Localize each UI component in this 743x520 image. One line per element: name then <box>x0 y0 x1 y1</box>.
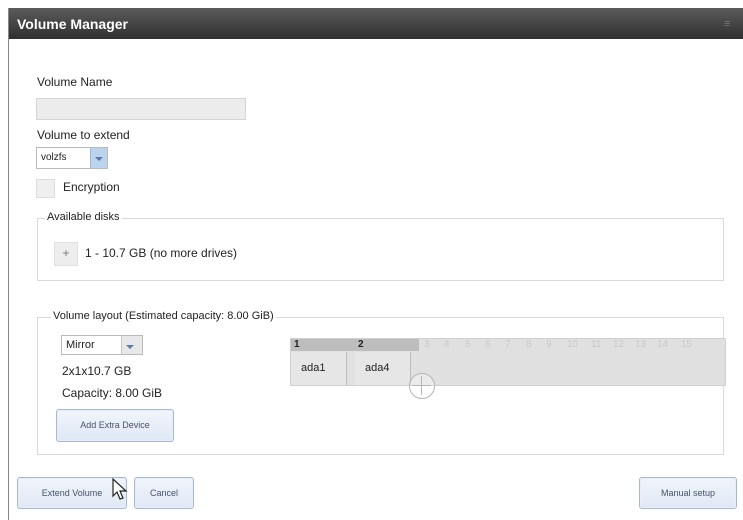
device-ada4[interactable]: ada4 <box>355 352 411 385</box>
volume-layout-legend: Volume layout (Estimated capacity: 8.00 … <box>51 310 276 322</box>
column-number: 5 <box>465 339 471 350</box>
resize-handle-icon[interactable] <box>409 373 435 399</box>
volume-select[interactable]: volzfs <box>36 147 108 169</box>
available-disks-text: 1 - 10.7 GB (no more drives) <box>85 246 238 260</box>
column-number: 1 <box>294 339 300 350</box>
volume-manager-dialog: Volume Manager ≡ Volume Name Volume to e… <box>8 8 743 520</box>
device-grid[interactable]: 1 2 3 4 5 6 7 8 9 10 11 12 13 14 15 ada1… <box>290 338 726 386</box>
encryption-checkbox[interactable] <box>36 179 55 198</box>
available-disks-legend: Available disks <box>45 211 122 223</box>
column-number: 4 <box>444 339 450 350</box>
add-disk-icon[interactable]: + <box>54 242 78 266</box>
active-columns-bar <box>291 339 419 351</box>
column-number: 12 <box>613 339 625 350</box>
layout-size-text: 2x1x10.7 GB <box>62 364 132 378</box>
chevron-down-icon[interactable] <box>90 148 107 168</box>
cancel-button[interactable]: Cancel <box>134 477 194 509</box>
volume-name-label: Volume Name <box>37 75 113 89</box>
column-number: 15 <box>681 339 693 350</box>
volume-name-input[interactable] <box>36 98 246 120</box>
column-number: 9 <box>546 339 552 350</box>
column-number: 2 <box>358 339 364 350</box>
column-number: 8 <box>526 339 532 350</box>
extend-volume-button[interactable]: Extend Volume <box>17 477 127 509</box>
column-number: 14 <box>657 339 669 350</box>
column-number: 7 <box>505 339 511 350</box>
manual-setup-button[interactable]: Manual setup <box>639 477 737 509</box>
layout-select-value: Mirror <box>66 339 95 351</box>
mouse-cursor-icon <box>112 478 128 500</box>
device-ada1[interactable]: ada1 <box>291 352 347 385</box>
layout-select[interactable]: Mirror <box>61 335 143 355</box>
column-number: 6 <box>485 339 491 350</box>
menu-icon[interactable]: ≡ <box>724 19 734 30</box>
capacity-text: Capacity: 8.00 GiB <box>62 386 163 400</box>
titlebar: Volume Manager ≡ <box>9 8 743 39</box>
column-number: 3 <box>424 339 430 350</box>
column-number: 10 <box>567 339 579 350</box>
column-number: 11 <box>591 339 602 350</box>
column-number: 13 <box>635 339 647 350</box>
volume-to-extend-label: Volume to extend <box>37 128 130 142</box>
encryption-label: Encryption <box>63 180 120 194</box>
chevron-down-icon[interactable] <box>121 336 142 354</box>
volume-select-value: volzfs <box>41 152 67 163</box>
window-title: Volume Manager <box>17 16 128 32</box>
available-disks-fieldset: Available disks + 1 - 10.7 GB (no more d… <box>37 211 724 281</box>
add-extra-device-button[interactable]: Add Extra Device <box>56 409 174 442</box>
